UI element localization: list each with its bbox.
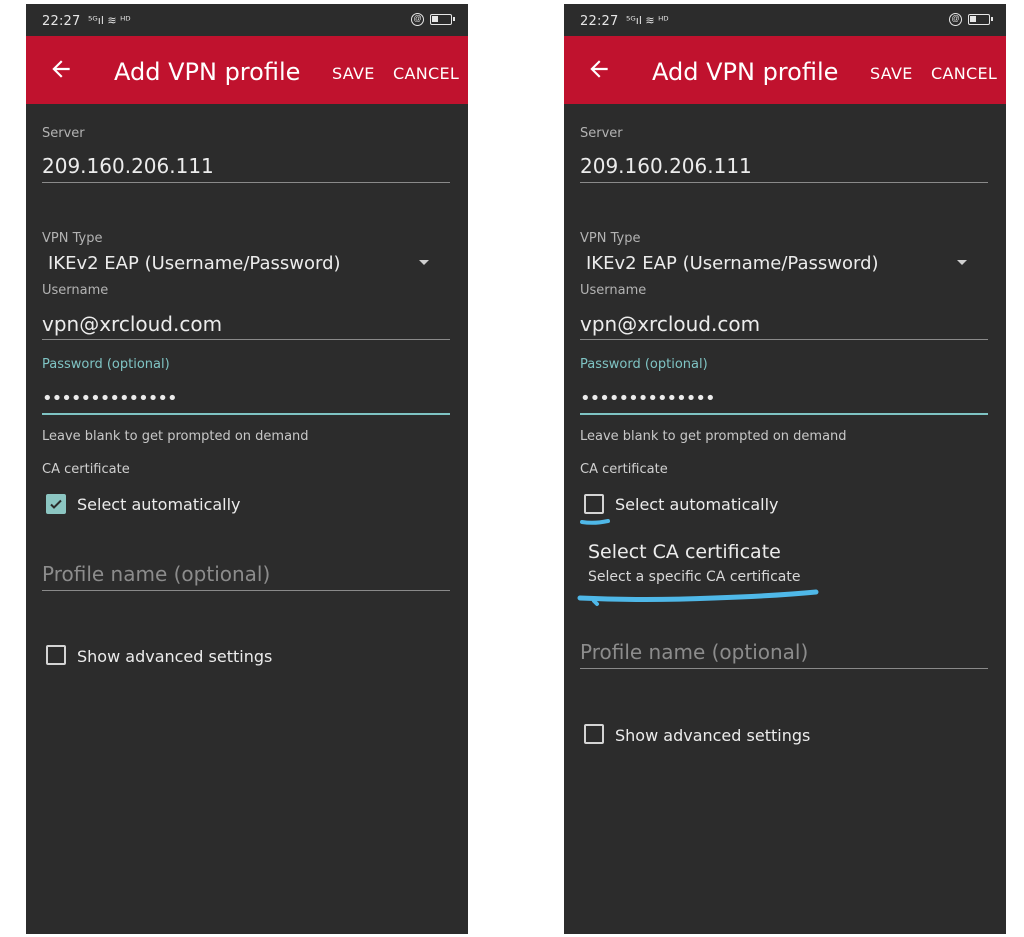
status-time: 22:27 [42, 14, 81, 29]
checkbox-underline-stroke [580, 519, 610, 525]
rotation-lock-icon: @ [411, 13, 424, 26]
select-automatically-label: Select automatically [615, 495, 779, 514]
password-hint: Leave blank to get prompted on demand [580, 429, 847, 444]
app-bar: Add VPN profile SAVE CANCEL [564, 36, 1006, 104]
phone-screen-right: 22:27 ⁵ᴳıl ≋ ᴴᴰ @ Add VPN profile SAVE C… [564, 4, 1006, 934]
password-input[interactable]: •••••••••••••• [42, 388, 178, 409]
server-label: Server [42, 126, 85, 141]
show-advanced-checkbox[interactable] [584, 724, 604, 744]
select-automatically-checkbox[interactable] [46, 494, 66, 514]
username-underline [42, 339, 450, 340]
vpn-type-label: VPN Type [42, 231, 103, 246]
signal-wifi-icons: ⁵ᴳıl ≋ ᴴᴰ [88, 14, 131, 27]
select-ca-certificate-title[interactable]: Select CA certificate [588, 541, 781, 563]
vpn-type-select[interactable]: IKEv2 EAP (Username/Password) [586, 253, 879, 274]
select-ca-certificate-subtitle[interactable]: Select a specific CA certificate [588, 569, 800, 585]
username-label: Username [580, 283, 647, 298]
battery-icon [968, 14, 993, 25]
password-underline [580, 413, 988, 415]
server-input[interactable]: 209.160.206.111 [580, 154, 752, 178]
save-button[interactable]: SAVE [332, 64, 375, 83]
status-bar: 22:27 ⁵ᴳıl ≋ ᴴᴰ @ [564, 4, 1006, 36]
server-label: Server [580, 126, 623, 141]
profile-name-underline [580, 668, 988, 669]
server-underline [580, 182, 988, 183]
arrow-back-icon[interactable] [586, 56, 612, 82]
profile-name-input[interactable]: Profile name (optional) [42, 562, 270, 586]
phone-screen-left: 22:27 ⁵ᴳıl ≋ ᴴᴰ @ Add VPN profile SAVE C… [26, 4, 468, 934]
vpn-type-label: VPN Type [580, 231, 641, 246]
username-input[interactable]: vpn@xrcloud.com [580, 312, 760, 336]
username-underline [580, 339, 988, 340]
ca-certificate-underline-tick [592, 599, 599, 606]
status-right-icons: @ [949, 13, 993, 26]
username-input[interactable]: vpn@xrcloud.com [42, 312, 222, 336]
status-right-icons: @ [411, 13, 455, 26]
password-hint: Leave blank to get prompted on demand [42, 429, 309, 444]
cancel-button[interactable]: CANCEL [393, 64, 459, 83]
password-input[interactable]: •••••••••••••• [580, 388, 716, 409]
select-automatically-checkbox[interactable] [584, 494, 604, 514]
status-time: 22:27 [580, 14, 619, 29]
signal-wifi-icons: ⁵ᴳıl ≋ ᴴᴰ [626, 14, 669, 27]
save-button[interactable]: SAVE [870, 64, 913, 83]
select-automatically-label: Select automatically [77, 495, 241, 514]
page-title: Add VPN profile [652, 58, 839, 86]
username-label: Username [42, 283, 109, 298]
status-bar: 22:27 ⁵ᴳıl ≋ ᴴᴰ @ [26, 4, 468, 36]
page-title: Add VPN profile [114, 58, 301, 86]
checkmark-icon [50, 499, 62, 509]
chevron-down-icon[interactable] [419, 260, 429, 265]
show-advanced-checkbox[interactable] [46, 645, 66, 665]
server-input[interactable]: 209.160.206.111 [42, 154, 214, 178]
battery-icon [430, 14, 455, 25]
password-label: Password (optional) [42, 357, 170, 372]
ca-certificate-label: CA certificate [580, 462, 668, 477]
password-underline [42, 413, 450, 415]
arrow-back-icon[interactable] [48, 56, 74, 82]
rotation-lock-icon: @ [949, 13, 962, 26]
password-label: Password (optional) [580, 357, 708, 372]
profile-name-underline [42, 590, 450, 591]
app-bar: Add VPN profile SAVE CANCEL [26, 36, 468, 104]
profile-name-input[interactable]: Profile name (optional) [580, 640, 808, 664]
show-advanced-label: Show advanced settings [77, 647, 273, 666]
vpn-type-select[interactable]: IKEv2 EAP (Username/Password) [48, 253, 341, 274]
show-advanced-label: Show advanced settings [615, 726, 811, 745]
chevron-down-icon[interactable] [957, 260, 967, 265]
server-underline [42, 182, 450, 183]
ca-certificate-underline-stroke [577, 589, 819, 602]
ca-certificate-label: CA certificate [42, 462, 130, 477]
cancel-button[interactable]: CANCEL [931, 64, 997, 83]
